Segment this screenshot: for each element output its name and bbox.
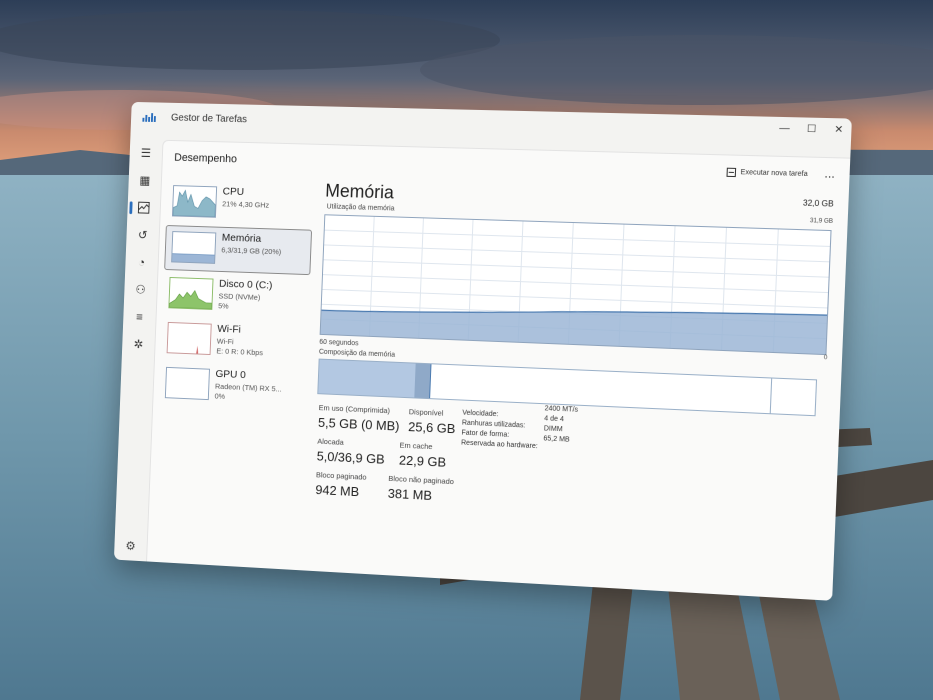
performance-icon[interactable]: [127, 194, 160, 222]
device-name: GPU 0: [215, 368, 246, 381]
device-detail: 21% 4,30 GHz: [222, 199, 269, 210]
memory-usage-graph: [320, 214, 832, 355]
committed-label: Alocada: [317, 437, 344, 447]
memory-total: 32,0 GB: [803, 198, 834, 208]
gpu-thumbnail-graph: [165, 367, 210, 400]
spec-reserved-label: Reservada ao hardware:: [461, 440, 538, 451]
device-name: CPU: [222, 186, 244, 198]
close-icon[interactable]: ✕: [832, 124, 845, 136]
device-item-gpu[interactable]: GPU 0 Radeon (TM) RX 5... 0%: [159, 362, 307, 412]
device-item-memory[interactable]: Memória 6,3/31,9 GB (20%): [164, 225, 312, 275]
in-use-label: Em uso (Comprimida): [319, 403, 391, 415]
device-item-wifi[interactable]: Wi-Fi Wi-Fi E: 0 R: 0 Kbps: [161, 317, 309, 366]
composition-standby: [770, 378, 772, 413]
memory-usage-label: Utilização da memória: [326, 203, 394, 212]
services-icon[interactable]: ✲: [122, 330, 155, 359]
device-list: CPU 21% 4,30 GHz Memória 6,3/31,9 GB (20…: [159, 180, 314, 413]
memory-detail-panel: Memória 32,0 GB Utilização da memória 31…: [311, 181, 834, 590]
time-span-label: 60 segundos: [319, 339, 358, 348]
cached-label: Em cache: [399, 441, 432, 452]
memory-thumbnail-graph: [171, 231, 216, 264]
users-icon[interactable]: ⚇: [124, 275, 157, 304]
available-value: 25,6 GB: [408, 419, 456, 436]
spec-form-value: DIMM: [544, 425, 563, 433]
memory-title: Memória: [325, 181, 394, 204]
task-manager-window: Gestor de Tarefas — ☐ ✕ ☰ ▦ ↺ ◔ ⚇ ≡ ✲ ⚙ …: [114, 102, 852, 601]
available-label: Disponível: [409, 407, 444, 418]
run-task-icon: [727, 168, 737, 177]
device-name: Disco 0 (C:): [219, 278, 273, 292]
cpu-thumbnail-graph: [172, 185, 217, 218]
nonpaged-pool-label: Bloco não paginado: [388, 474, 454, 486]
device-item-disk[interactable]: Disco 0 (C:) SSD (NVMe) 5%: [162, 272, 310, 321]
device-item-cpu[interactable]: CPU 21% 4,30 GHz: [166, 180, 314, 228]
paged-pool-value: 942 MB: [315, 482, 359, 499]
settings-gear-icon[interactable]: ⚙: [114, 538, 147, 553]
minimize-icon[interactable]: —: [778, 123, 791, 135]
run-new-task-button[interactable]: Executar nova tarefa: [727, 168, 808, 179]
spec-reserved-value: 65,2 MB: [543, 435, 570, 443]
run-new-task-label: Executar nova tarefa: [740, 169, 807, 178]
disk-thumbnail-graph: [168, 277, 213, 310]
processes-icon[interactable]: ▦: [128, 166, 161, 194]
window-title: Gestor de Tarefas: [171, 112, 247, 125]
memory-usage-max: 31,9 GB: [810, 218, 833, 225]
nonpaged-pool-value: 381 MB: [388, 486, 433, 503]
hamburger-icon[interactable]: ☰: [129, 139, 162, 167]
spec-speed-label: Velocidade:: [462, 410, 498, 419]
cached-value: 22,9 GB: [399, 453, 447, 470]
spec-speed-value: 2400 MT/s: [544, 405, 578, 414]
startup-icon[interactable]: ◔: [125, 248, 158, 276]
details-icon[interactable]: ≡: [123, 303, 156, 332]
composition-label: Composição da memória: [319, 349, 395, 359]
memory-usage-min: 0: [824, 355, 828, 361]
composition-modified: [414, 364, 431, 399]
spec-slots-value: 4 de 4: [544, 415, 564, 423]
task-manager-icon: [142, 112, 156, 122]
device-detail: Wi-Fi E: 0 R: 0 Kbps: [216, 337, 263, 359]
device-detail: SSD (NVMe) 5%: [218, 292, 260, 313]
performance-pane: Desempenho Executar nova tarefa ... CPU …: [146, 140, 850, 601]
history-icon[interactable]: ↺: [126, 221, 159, 249]
device-name: Memória: [222, 232, 262, 245]
page-title: Desempenho: [174, 152, 237, 165]
wifi-thumbnail-graph: [167, 322, 212, 355]
device-detail: 6,3/31,9 GB (20%): [221, 245, 281, 257]
paged-pool-label: Bloco paginado: [316, 470, 367, 481]
maximize-icon[interactable]: ☐: [805, 124, 818, 136]
composition-in-use: [318, 360, 416, 398]
more-options-button[interactable]: ...: [824, 166, 835, 181]
device-detail: Radeon (TM) RX 5... 0%: [214, 382, 281, 405]
spec-form-label: Fator de forma:: [461, 430, 509, 439]
device-name: Wi-Fi: [217, 323, 241, 336]
spec-slots-label: Ranhuras utilizadas:: [462, 420, 526, 430]
committed-value: 5,0/36,9 GB: [316, 449, 384, 467]
in-use-value: 5,5 GB (0 MB): [318, 415, 400, 434]
memory-stats: Em uso (Comprimida) 5,5 GB (0 MB) Dispon…: [312, 403, 821, 549]
